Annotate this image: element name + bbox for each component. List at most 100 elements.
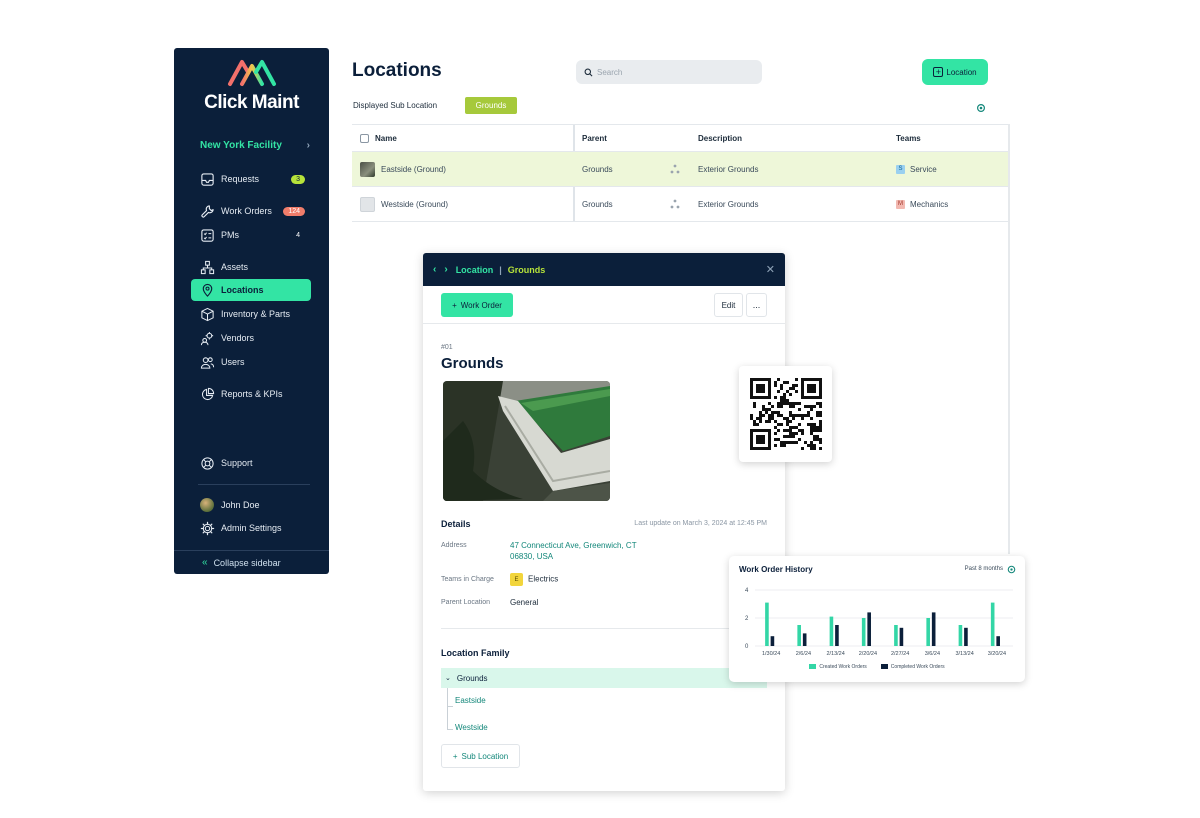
- x-tick-label: 2/13/24: [826, 651, 844, 657]
- column-header-parent[interactable]: Parent: [582, 134, 607, 143]
- sub-location-chip[interactable]: Grounds: [465, 97, 517, 114]
- sidebar-item-support[interactable]: Support: [191, 452, 311, 474]
- brand-logo[interactable]: Click Maint: [174, 58, 329, 114]
- parent-location-value[interactable]: General: [510, 598, 538, 607]
- select-all-checkbox[interactable]: [360, 133, 369, 143]
- inbox-icon: [199, 171, 215, 187]
- user-profile[interactable]: John Doe: [191, 494, 311, 516]
- more-options-button[interactable]: ...: [746, 293, 767, 317]
- box-icon: [199, 306, 215, 322]
- bar-completed[interactable]: [996, 636, 1000, 646]
- bar-created[interactable]: [797, 625, 801, 646]
- avatar: [200, 498, 214, 512]
- sub-location-label: Sub Location: [461, 751, 509, 761]
- sidebar-item-reports[interactable]: Reports & KPIs: [191, 383, 311, 405]
- sidebar-item-users[interactable]: Users: [191, 351, 311, 373]
- work-order-label: Work Order: [460, 300, 502, 310]
- sidebar-item-pms[interactable]: PMs 4: [191, 224, 311, 246]
- location-detail-panel: ‹ › Location | Grounds ✕ + Work Order Ed…: [423, 253, 785, 791]
- bar-created[interactable]: [829, 616, 834, 646]
- family-child-eastside[interactable]: Eastside: [455, 696, 486, 705]
- column-header-teams[interactable]: Teams: [896, 134, 921, 143]
- add-location-button[interactable]: + Location: [922, 59, 988, 85]
- sidebar-item-assets[interactable]: Assets: [191, 256, 311, 278]
- column-header-description[interactable]: Description: [698, 134, 742, 143]
- edit-button[interactable]: Edit: [714, 293, 743, 317]
- locations-table: Name Parent Description Teams Eastside (…: [352, 124, 1010, 222]
- hierarchy-icon: [670, 199, 680, 209]
- map-pin-icon: [199, 282, 215, 298]
- bar-created[interactable]: [765, 602, 769, 646]
- location-photo[interactable]: [443, 381, 610, 501]
- logo-mark-icon: [227, 60, 276, 86]
- add-work-order-button[interactable]: + Work Order: [441, 293, 513, 317]
- table-settings-gear-icon[interactable]: [976, 103, 986, 113]
- address-link[interactable]: 47 Connecticut Ave, Greenwich, CT 06830,…: [510, 540, 660, 562]
- sidebar-item-inventory[interactable]: Inventory & Parts: [191, 303, 311, 325]
- add-sub-location-button[interactable]: + Sub Location: [441, 744, 520, 768]
- requests-count-badge: 3: [291, 174, 305, 184]
- bar-created[interactable]: [990, 602, 995, 646]
- sidebar-item-label: Admin Settings: [221, 523, 282, 533]
- breadcrumb-location[interactable]: Location: [456, 265, 494, 275]
- sidebar-item-label: Vendors: [221, 333, 255, 343]
- search-icon: [584, 68, 593, 76]
- team-tag: M: [896, 199, 905, 209]
- table-row[interactable]: Westside (Ground) Grounds Exterior Groun…: [352, 187, 1010, 222]
- x-tick-label: 3/13/24: [955, 651, 973, 657]
- facility-selector[interactable]: New York Facility ›: [200, 140, 310, 151]
- table-header-row: Name Parent Description Teams: [352, 124, 1010, 152]
- location-name: Eastside (Ground): [381, 164, 446, 174]
- bar-created[interactable]: [861, 618, 866, 646]
- close-icon[interactable]: ✕: [766, 263, 775, 276]
- bar-completed[interactable]: [899, 627, 904, 646]
- teams-value[interactable]: E Electrics: [510, 573, 558, 586]
- sidebar-divider: [198, 484, 310, 485]
- bar-completed[interactable]: [867, 612, 871, 646]
- pie-chart-icon: [199, 386, 215, 402]
- plus-icon: +: [452, 751, 458, 761]
- sidebar-item-label: Reports & KPIs: [221, 389, 283, 399]
- bar-completed[interactable]: [770, 636, 775, 646]
- sidebar-item-admin-settings[interactable]: Admin Settings: [191, 517, 311, 539]
- chevron-left-icon[interactable]: ‹: [433, 264, 436, 275]
- displayed-sub-location-label: Displayed Sub Location: [353, 101, 438, 110]
- bar-created[interactable]: [958, 625, 963, 646]
- bar-created[interactable]: [894, 625, 898, 646]
- column-header-name[interactable]: Name: [375, 134, 397, 143]
- sidebar: Click Maint New York Facility › Requests…: [174, 48, 329, 574]
- bar-completed[interactable]: [835, 625, 839, 646]
- chevron-right-icon[interactable]: ›: [444, 264, 447, 275]
- y-tick-label: 0: [745, 644, 749, 650]
- location-id: #01: [441, 344, 453, 351]
- search-input[interactable]: Search: [576, 60, 762, 84]
- bar-completed[interactable]: [931, 612, 936, 646]
- bar-completed[interactable]: [964, 627, 968, 646]
- family-root-item[interactable]: ⌄ Grounds: [441, 668, 767, 688]
- wrench-icon: [199, 203, 215, 219]
- collapse-sidebar-button[interactable]: « Collapse sidebar: [174, 550, 329, 574]
- sidebar-item-requests[interactable]: Requests 3: [191, 168, 311, 190]
- chart-range-selector[interactable]: Past 8 months: [965, 566, 1003, 572]
- table-row[interactable]: Eastside (Ground) Grounds Exterior Groun…: [352, 152, 1010, 187]
- panel-header: ‹ › Location | Grounds ✕: [423, 253, 785, 286]
- y-tick-label: 2: [745, 616, 749, 622]
- sidebar-item-work-orders[interactable]: Work Orders 124: [191, 200, 311, 222]
- checklist-icon: [199, 227, 215, 243]
- family-child-westside[interactable]: Westside: [455, 723, 488, 732]
- bar-created[interactable]: [926, 618, 930, 646]
- bar-completed[interactable]: [802, 633, 807, 646]
- content-edge: [1008, 124, 1010, 554]
- parent-cell: Grounds: [582, 199, 613, 209]
- sidebar-item-locations[interactable]: Locations: [191, 279, 311, 301]
- chevron-right-icon: ›: [306, 140, 310, 151]
- x-tick-label: 3/20/24: [988, 651, 1006, 657]
- pms-count-badge: 4: [296, 231, 300, 239]
- qr-code-card[interactable]: [739, 366, 832, 462]
- description-cell: Exterior Grounds: [698, 199, 759, 209]
- chart-settings-gear-icon[interactable]: [1007, 565, 1016, 574]
- sidebar-item-vendors[interactable]: Vendors: [191, 327, 311, 349]
- plus-icon: +: [452, 300, 457, 310]
- parent-cell: Grounds: [582, 164, 613, 174]
- sidebar-item-label: Work Orders: [221, 206, 272, 216]
